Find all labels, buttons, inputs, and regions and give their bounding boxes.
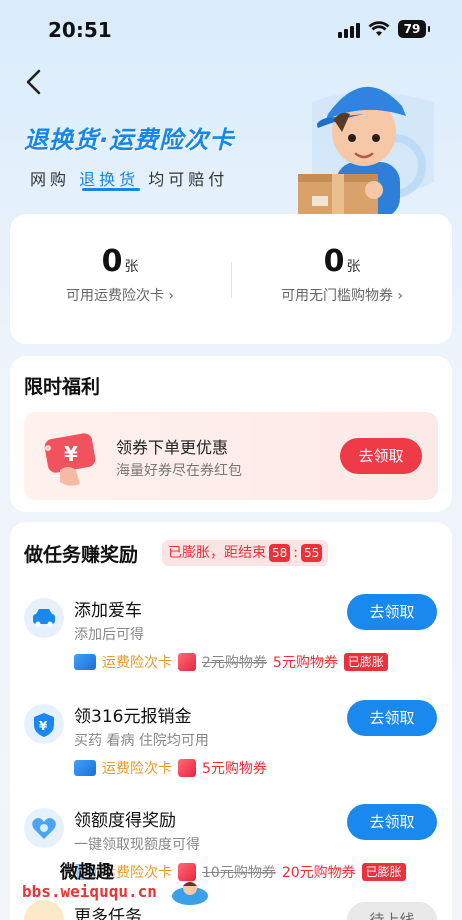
tasks-title: 做任务赚奖励: [24, 544, 139, 566]
red-envelope-coupon-icon: ¥: [44, 433, 96, 486]
wifi-icon: [368, 21, 390, 36]
hero-subtitle: 网购 退换货 均可赔付: [30, 166, 228, 190]
claim-task-button[interactable]: 去领取: [347, 804, 437, 840]
hero-subtitle-post: 均可赔付: [148, 170, 229, 189]
coming-soon-button[interactable]: 待上线: [347, 902, 437, 920]
task-description: 买药 看病 住院均可用: [74, 733, 209, 749]
task-rewards: 运费险次卡 2元购物券 5元购物券 已膨胀: [74, 652, 388, 672]
coupon-title: 领券下单更优惠: [116, 438, 229, 457]
stat-value: 0: [323, 244, 345, 279]
stat-shopping-coupons[interactable]: 0张 可用无门槛购物券 ›: [242, 244, 442, 305]
stat-label: 可用运费险次卡 ›: [65, 288, 175, 304]
heart-credit-icon: [24, 808, 64, 848]
coupon-banner[interactable]: ¥ 领券下单更优惠 海量好券尽在券红包 去领取: [24, 412, 438, 500]
hero-subtitle-highlight: 退换货: [79, 170, 140, 189]
watermark-line2: bbs.weiququ.cn: [22, 882, 157, 901]
svg-text:¥: ¥: [39, 719, 48, 733]
coupon-description: 海量好券尽在券红包: [116, 463, 242, 479]
freight-card-icon: [74, 654, 96, 670]
stat-freight-cards[interactable]: 0张 可用运费险次卡 ›: [20, 244, 220, 305]
stat-unit: 张: [124, 259, 139, 275]
claim-coupon-button[interactable]: 去领取: [340, 438, 422, 474]
countdown-minutes: 58: [269, 544, 291, 562]
countdown-seconds: 55: [301, 544, 323, 562]
task-name: 领316元报销金: [74, 707, 192, 727]
svg-text:¥: ¥: [64, 442, 78, 466]
claim-task-button[interactable]: 去领取: [347, 700, 437, 736]
benefits-card: 限时福利 ¥ 领券下单更优惠 海量好券尽在券红包 去领取: [10, 356, 452, 512]
back-arrow-icon[interactable]: [20, 66, 50, 98]
coupon-icon: [178, 759, 196, 777]
reward-old-value: 2元购物券: [202, 655, 267, 671]
task-item: 添加爱车 添加后可得 去领取 运费险次卡 2元购物券 5元购物券 已膨胀: [10, 582, 452, 682]
stats-card: 0张 可用运费险次卡 › 0张 可用无门槛购物券 ›: [10, 214, 452, 344]
task-description: 添加后可得: [74, 627, 144, 643]
coupon-icon: [178, 653, 196, 671]
divider: [231, 262, 232, 298]
watermark: 微趣趣 bbs.weiququ.cn: [20, 858, 220, 908]
shield-yen-icon: ¥: [24, 704, 64, 744]
status-time: 20:51: [48, 18, 112, 42]
task-name: 领额度得奖励: [74, 811, 176, 831]
reward-new-value: 5元购物券: [272, 655, 338, 671]
reward-new-value: 5元购物券: [202, 761, 267, 777]
countdown-badge: 已膨胀，距结束 58 : 55: [162, 540, 329, 566]
watermark-line1: 微趣趣: [60, 862, 114, 883]
task-rewards: 运费险次卡 5元购物券: [74, 758, 267, 778]
reward-card-label: 运费险次卡: [102, 655, 172, 671]
hero-subtitle-pre: 网购: [30, 170, 71, 189]
boosted-badge: 已膨胀: [361, 863, 406, 881]
hero-title: 退换货·运费险次卡: [24, 126, 235, 154]
hero-underline: [82, 188, 140, 191]
freight-card-icon: [74, 760, 96, 776]
car-icon: [24, 598, 64, 638]
battery-tip: [428, 26, 430, 32]
countdown-separator: :: [293, 545, 298, 561]
benefits-title: 限时福利: [24, 376, 101, 398]
status-bar: 20:51 79: [0, 0, 462, 60]
reward-card-label: 运费险次卡: [102, 761, 172, 777]
boosted-badge: 已膨胀: [343, 653, 388, 671]
stat-label: 可用无门槛购物券 ›: [280, 288, 404, 304]
stat-value: 0: [101, 244, 123, 279]
task-description: 一键领取现额度可得: [74, 837, 200, 853]
claim-task-button[interactable]: 去领取: [347, 594, 437, 630]
reward-new-value: 20元购物券: [281, 865, 356, 881]
stat-unit: 张: [346, 259, 361, 275]
battery-icon: 79: [398, 20, 426, 38]
task-item: ¥ 领316元报销金 买药 看病 住院均可用 去领取 运费险次卡 5元购物券: [10, 688, 452, 788]
task-name: 添加爱车: [74, 601, 142, 621]
delivery-mascot-illustration: [298, 86, 434, 216]
countdown-label: 已膨胀，距结束: [168, 545, 266, 561]
cellular-signal-icon: [338, 22, 360, 38]
watermark-mascot-icon: [172, 881, 208, 905]
